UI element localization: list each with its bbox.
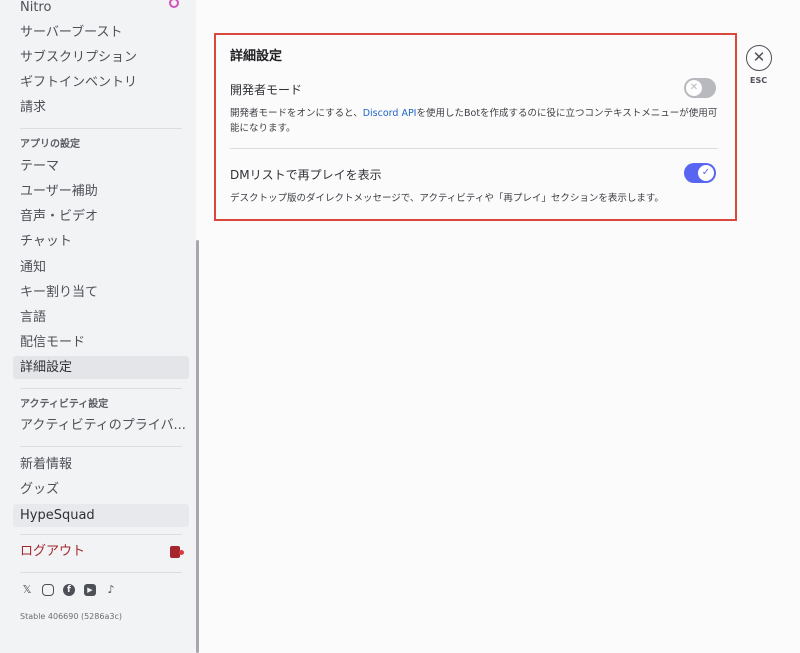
sidebar-divider: [20, 446, 182, 447]
esc-label: ESC: [750, 76, 768, 85]
advanced-settings-panel: 詳細設定 開発者モード ✕ 開発者モードをオンにすると、Discord APIを…: [214, 33, 737, 221]
sidebar-item-accessibility[interactable]: ユーザー補助: [13, 180, 189, 203]
discord-api-link[interactable]: Discord API: [363, 108, 417, 119]
tiktok-icon[interactable]: ♪: [105, 584, 117, 596]
developer-mode-toggle[interactable]: ✕: [684, 78, 716, 98]
sidebar-item-notifications[interactable]: 通知: [13, 256, 189, 279]
youtube-icon[interactable]: ▶: [84, 584, 96, 596]
settings-sidebar: Nitro サーバーブースト サブスクリプション ギフトインベントリ 請求 アプ…: [0, 0, 196, 653]
sidebar-item-nitro[interactable]: Nitro: [13, 0, 189, 19]
checkmark-icon: ✓: [698, 165, 714, 181]
dm-replay-toggle[interactable]: ✓: [684, 163, 716, 183]
sidebar-item-subscriptions[interactable]: サブスクリプション: [13, 46, 189, 69]
sidebar-scrollbar[interactable]: [196, 240, 199, 653]
sidebar-item-advanced[interactable]: 詳細設定: [13, 356, 189, 379]
description-text: 開発者モードをオンにすると、: [230, 108, 363, 119]
sidebar-item-hypesquad[interactable]: HypeSquad: [13, 504, 189, 527]
dm-replay-description: デスクトップ版のダイレクトメッセージで、アクティビティや「再プレイ」セクションを…: [230, 193, 664, 204]
setting-divider: [230, 148, 718, 149]
close-button[interactable]: ✕: [746, 45, 772, 71]
sidebar-item-server-boost[interactable]: サーバーブースト: [13, 21, 189, 44]
nitro-icon: [169, 0, 179, 8]
developer-mode-label: 開発者モード: [230, 83, 303, 97]
developer-mode-description: 開発者モードをオンにすると、Discord APIを使用したBotを作成するのに…: [230, 106, 720, 136]
sidebar-item-streamer-mode[interactable]: 配信モード: [13, 331, 189, 354]
page-title: 詳細設定: [230, 49, 283, 64]
logout-icon: [170, 546, 184, 558]
sidebar-item-billing[interactable]: 請求: [13, 96, 189, 119]
logout-button[interactable]: ログアウト: [13, 540, 189, 563]
sidebar-item-voice-video[interactable]: 音声・ビデオ: [13, 205, 189, 228]
version-text: Stable 406690 (5286a3c): [20, 612, 122, 621]
sidebar-item-merch[interactable]: グッズ: [13, 478, 189, 501]
sidebar-item-label: Nitro: [20, 0, 52, 15]
sidebar-item-activity-privacy[interactable]: アクティビティのプライバ...: [13, 414, 189, 437]
x-icon[interactable]: 𝕏: [21, 584, 33, 596]
facebook-icon[interactable]: f: [63, 584, 75, 596]
instagram-icon[interactable]: [42, 584, 54, 596]
sidebar-divider: [20, 128, 182, 129]
close-icon: ✕: [752, 48, 766, 66]
sidebar-divider: [20, 388, 182, 389]
sidebar-item-theme[interactable]: テーマ: [13, 155, 189, 178]
sidebar-item-chat[interactable]: チャット: [13, 230, 189, 253]
sidebar-item-keybinds[interactable]: キー割り当て: [13, 281, 189, 304]
toggle-off-icon: ✕: [686, 80, 702, 96]
sidebar-divider: [20, 572, 182, 573]
sidebar-divider: [20, 534, 182, 535]
dm-replay-label: DMリストで再プレイを表示: [230, 168, 382, 182]
sidebar-item-gift-inventory[interactable]: ギフトインベントリ: [13, 71, 189, 94]
sidebar-item-whats-new[interactable]: 新着情報: [13, 453, 189, 476]
sidebar-item-language[interactable]: 言語: [13, 306, 189, 329]
section-header-app-settings: アプリの設定: [20, 139, 80, 150]
section-header-activity-settings: アクティビティ設定: [20, 399, 109, 410]
